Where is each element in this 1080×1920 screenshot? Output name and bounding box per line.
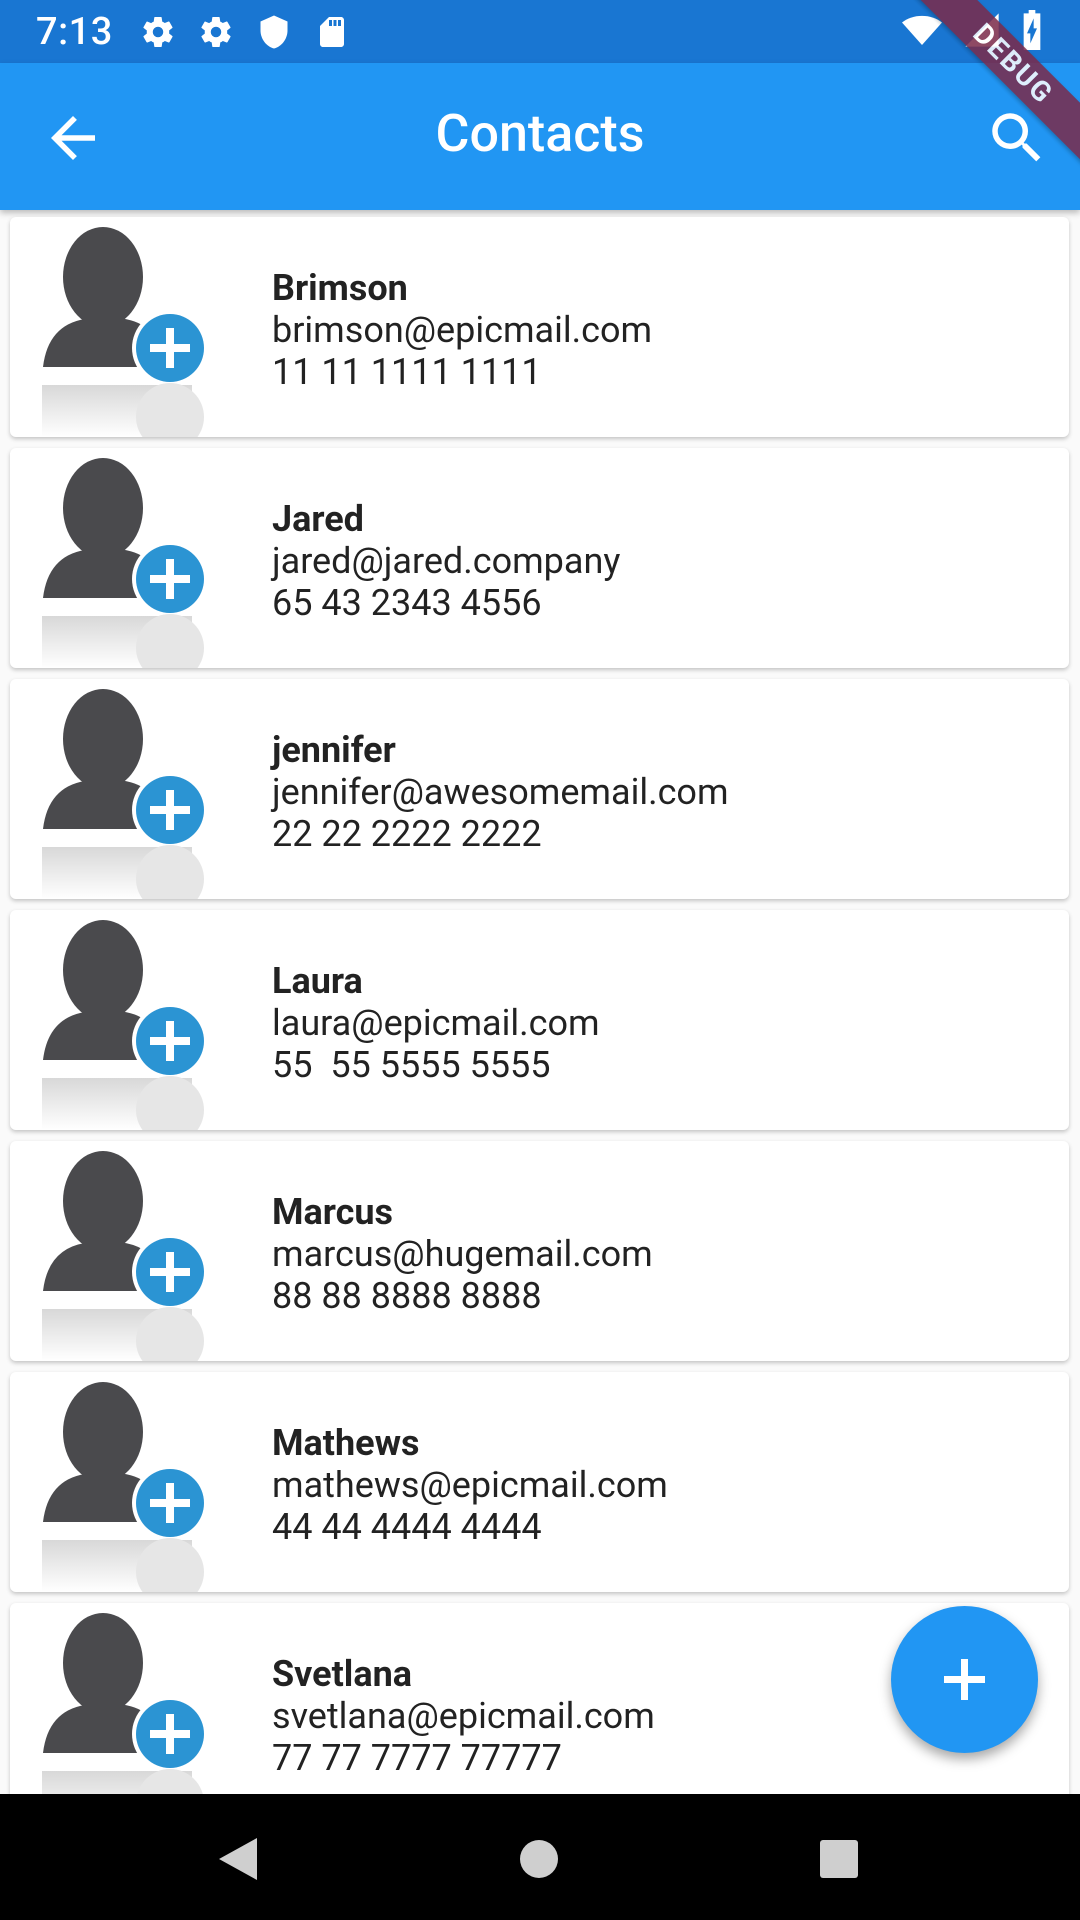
add-contact-button[interactable] <box>891 1606 1038 1753</box>
add-contact-avatar-icon <box>30 679 220 899</box>
contact-info: Mathews mathews@epicmail.com 44 44 4444 … <box>272 1422 668 1548</box>
recents-square-icon <box>820 1840 858 1878</box>
contact-card[interactable]: Jared jared@jared.company 65 43 2343 455… <box>10 448 1069 668</box>
contact-name: Laura <box>272 960 363 1002</box>
app-bar: Contacts <box>0 63 1080 210</box>
shield-icon <box>254 14 294 50</box>
add-contact-avatar-icon <box>30 1372 220 1592</box>
back-triangle-icon <box>219 1838 257 1880</box>
contact-email: marcus@hugemail.com <box>272 1233 653 1275</box>
contact-email: laura@epicmail.com <box>272 1002 600 1044</box>
contact-info: Jared jared@jared.company 65 43 2343 455… <box>272 498 620 624</box>
contact-info: Laura laura@epicmail.com 55 55 5555 5555 <box>272 960 600 1086</box>
nav-home-button[interactable] <box>518 1834 560 1888</box>
status-bar: 7:13 <box>0 0 1080 63</box>
nav-recents-button[interactable] <box>818 1834 860 1888</box>
contact-email: svetlana@epicmail.com <box>272 1695 655 1737</box>
contact-card[interactable]: Mathews mathews@epicmail.com 44 44 4444 … <box>10 1372 1069 1592</box>
contact-email: mathews@epicmail.com <box>272 1464 668 1506</box>
sd-card-icon <box>312 14 352 50</box>
contact-name: jennifer <box>272 729 396 771</box>
contact-info: Marcus marcus@hugemail.com 88 88 8888 88… <box>272 1191 653 1317</box>
add-contact-avatar-icon <box>30 448 220 668</box>
contacts-list[interactable]: Brimson brimson@epicmail.com 11 11 1111 … <box>0 210 1080 1794</box>
contact-card[interactable]: Laura laura@epicmail.com 55 55 5555 5555 <box>10 910 1069 1130</box>
contact-card[interactable]: Marcus marcus@hugemail.com 88 88 8888 88… <box>10 1141 1069 1361</box>
gear-icon <box>196 14 236 50</box>
contact-email: jennifer@awesomemail.com <box>272 771 729 813</box>
contact-name: Marcus <box>272 1191 394 1233</box>
contact-phone: 44 44 4444 4444 <box>272 1506 542 1548</box>
add-contact-avatar-icon <box>30 1141 220 1361</box>
contact-email: jared@jared.company <box>272 540 621 582</box>
contact-info: Svetlana svetlana@epicmail.com 77 77 777… <box>272 1653 655 1779</box>
notification-icons <box>138 14 352 50</box>
contact-phone: 65 43 2343 4556 <box>272 582 542 624</box>
add-contact-avatar-icon <box>30 217 220 437</box>
contact-name: Jared <box>272 498 364 540</box>
add-contact-avatar-icon <box>30 910 220 1130</box>
contact-name: Svetlana <box>272 1653 413 1695</box>
contact-phone: 55 55 5555 5555 <box>272 1044 551 1086</box>
nav-back-button[interactable] <box>215 1834 261 1888</box>
contact-name: Brimson <box>272 267 408 309</box>
contact-info: jennifer jennifer@awesomemail.com 22 22 … <box>272 729 729 855</box>
status-time: 7:13 <box>36 10 113 54</box>
home-circle-icon <box>520 1840 558 1878</box>
contact-phone: 77 77 7777 77777 <box>272 1737 562 1779</box>
page-title: Contacts <box>435 103 645 164</box>
contact-email: brimson@epicmail.com <box>272 309 653 351</box>
plus-icon <box>944 1659 985 1700</box>
system-nav-bar <box>0 1794 1080 1920</box>
contact-phone: 22 22 2222 2222 <box>272 813 542 855</box>
contact-card[interactable]: jennifer jennifer@awesomemail.com 22 22 … <box>10 679 1069 899</box>
contact-phone: 88 88 8888 8888 <box>272 1275 542 1317</box>
gear-icon <box>138 14 178 50</box>
contact-card[interactable]: Brimson brimson@epicmail.com 11 11 1111 … <box>10 217 1069 437</box>
contact-phone: 11 11 1111 1111 <box>272 351 542 393</box>
add-contact-avatar-icon <box>30 1603 220 1794</box>
contact-name: Mathews <box>272 1422 420 1464</box>
contact-info: Brimson brimson@epicmail.com 11 11 1111 … <box>272 267 652 393</box>
